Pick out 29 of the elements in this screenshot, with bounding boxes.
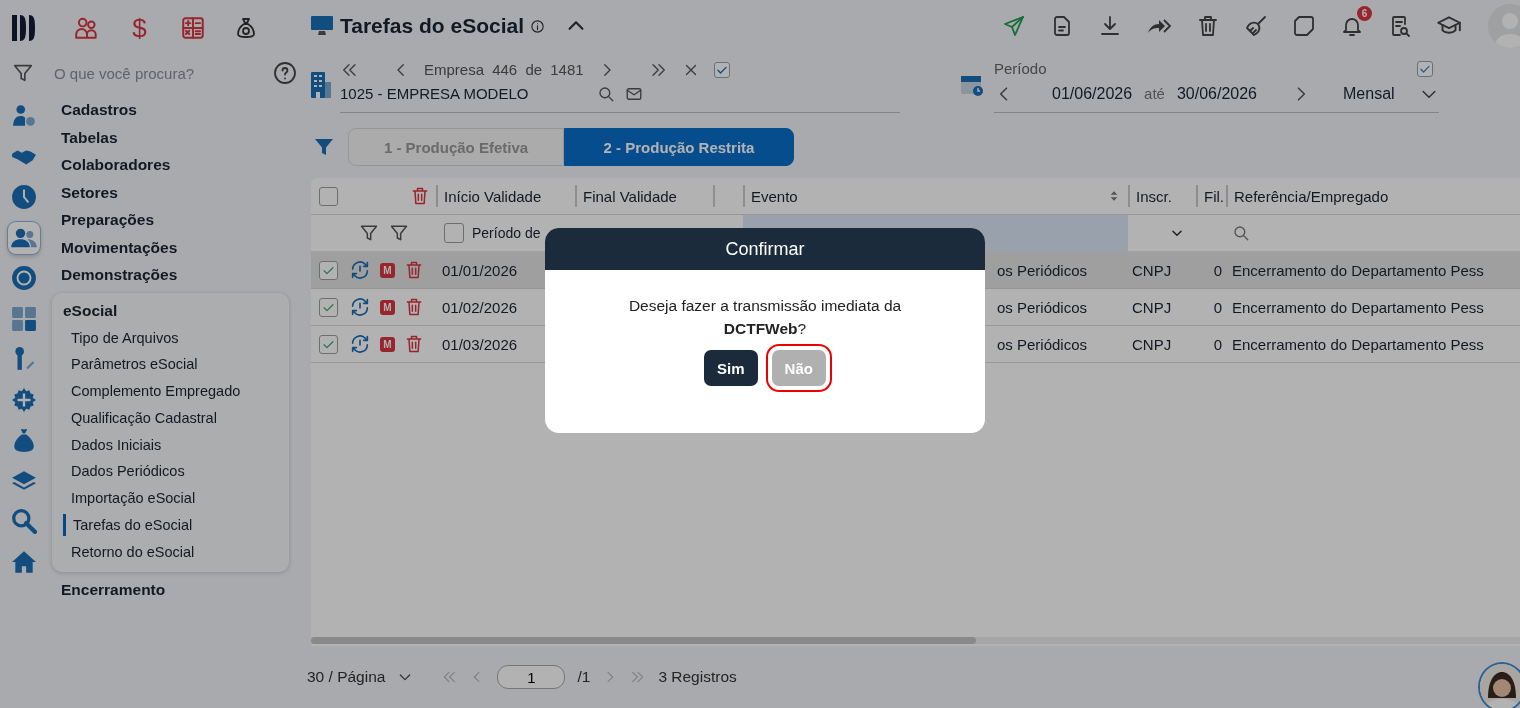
- table-cell-text: CNPJ: [1131, 261, 1173, 279]
- table-cell: os Periódicos: [996, 335, 1087, 353]
- page-title: Tarefas do eSocial: [340, 14, 525, 38]
- status-badge: M: [380, 336, 395, 352]
- table-cell-text: 0: [1212, 261, 1223, 279]
- table-cell-text: 0: [1212, 335, 1223, 353]
- table-cell: os Periódicos: [996, 298, 1087, 316]
- dialog-title: Confirmar: [725, 238, 805, 260]
- notification-badge: 6: [1357, 6, 1372, 21]
- table-cell-text: Encerramento do Departamento Pess: [1231, 298, 1485, 316]
- table-cell-text: Encerramento do Departamento Pess: [1231, 335, 1485, 353]
- table-cell-text: 01/01/2026: [441, 261, 519, 279]
- table-cell-text: 01/03/2026: [441, 335, 519, 353]
- dialog-message: Deseja fazer a transmissão imediata da DCTFWeb?: [627, 296, 903, 339]
- table-cell-text: CNPJ: [1131, 298, 1173, 316]
- status-badge: M: [380, 299, 395, 315]
- company-name: 1025 - EMPRESA MODELO: [340, 85, 530, 102]
- status-badge: M: [380, 262, 395, 278]
- table-cell-text: 0: [1212, 298, 1223, 316]
- period-label: Período: [994, 60, 1047, 77]
- table-cell-text: Encerramento do Departamento Pess: [1231, 261, 1485, 279]
- table-cell-text: CNPJ: [1131, 335, 1173, 353]
- filter-label: Período de: [472, 225, 541, 241]
- table-cell-text: 01/02/2026: [441, 298, 519, 316]
- page-count: /1: [577, 668, 591, 686]
- table-cell: os Periódicos: [996, 261, 1087, 279]
- company-position: Empresa 446 de 1481: [424, 61, 584, 78]
- date-separator: até: [1144, 85, 1165, 102]
- record-count: 3 Registros: [658, 668, 737, 686]
